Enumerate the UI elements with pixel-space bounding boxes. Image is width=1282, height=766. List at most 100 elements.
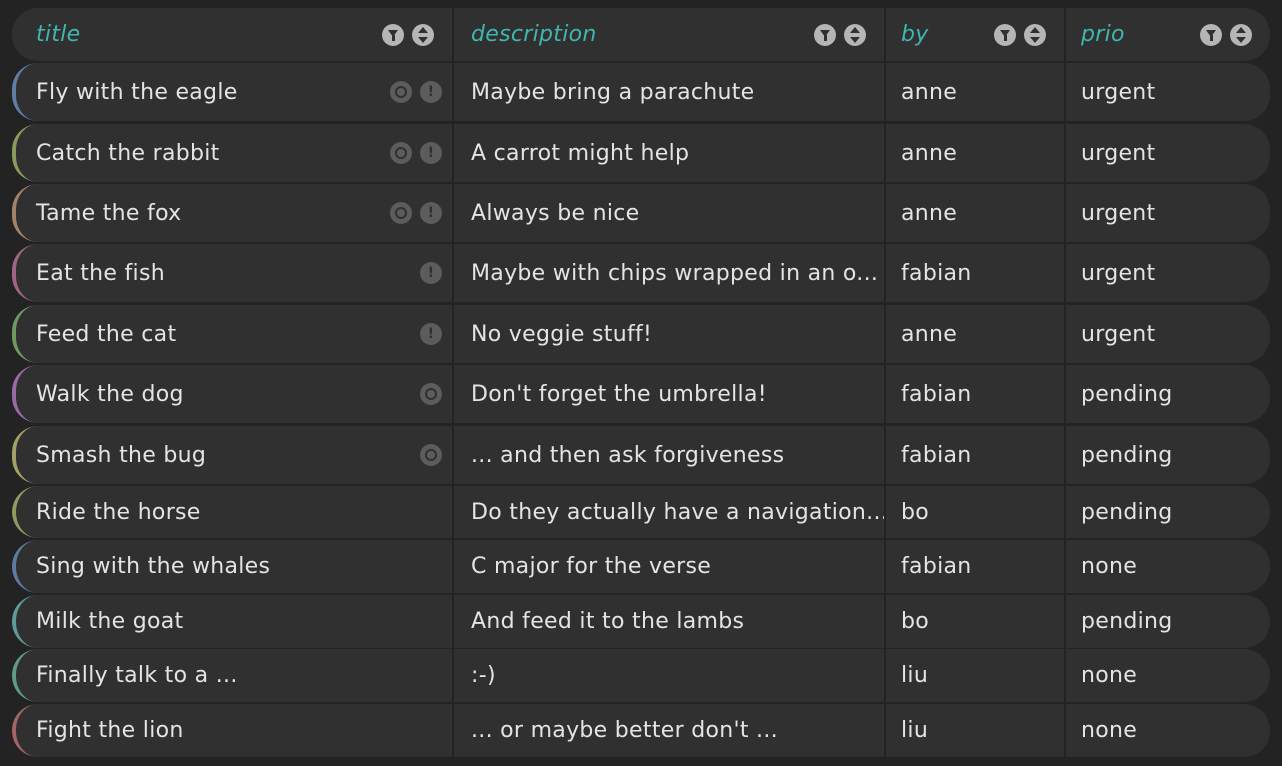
column-header-actions bbox=[1200, 23, 1252, 46]
cell-title[interactable]: Sing with the whales bbox=[12, 540, 452, 593]
cell-description[interactable]: Maybe bring a parachute bbox=[454, 63, 884, 121]
table-row[interactable]: Smash the bug ... and then ask forgivenes… bbox=[12, 426, 1270, 484]
cell-title[interactable]: Finally talk to a ... bbox=[12, 649, 452, 702]
cell-by[interactable]: bo bbox=[886, 595, 1064, 648]
row-color-marker bbox=[12, 184, 38, 242]
sort-icon[interactable] bbox=[844, 23, 866, 46]
alert-icon[interactable]: ! bbox=[420, 323, 442, 345]
cell-title[interactable]: Fly with the eagle! bbox=[12, 63, 452, 121]
cell-description[interactable]: A carrot might help bbox=[454, 124, 884, 182]
table-row[interactable]: Fight the lion ... or maybe better don't … bbox=[12, 704, 1270, 757]
cell-title[interactable]: Catch the rabbit! bbox=[12, 124, 452, 182]
alert-icon[interactable]: ! bbox=[420, 202, 442, 224]
cell-description-text: Don't forget the umbrella! bbox=[471, 381, 767, 407]
table-row[interactable]: Walk the dog Don't forget the umbrella! fa… bbox=[12, 365, 1270, 423]
alarm-clock-icon[interactable] bbox=[390, 202, 412, 224]
cell-prio[interactable]: urgent bbox=[1066, 305, 1270, 363]
cell-prio[interactable]: pending bbox=[1066, 486, 1270, 538]
cell-prio[interactable]: urgent bbox=[1066, 124, 1270, 182]
cell-title[interactable]: Tame the fox! bbox=[12, 184, 452, 242]
alarm-clock-icon[interactable] bbox=[390, 81, 412, 103]
cell-description[interactable]: :-) bbox=[454, 649, 884, 702]
cell-by-text: liu bbox=[901, 663, 929, 688]
column-header-label: description bbox=[471, 22, 597, 47]
cell-title[interactable]: Ride the horse bbox=[12, 486, 452, 538]
cell-title[interactable]: Eat the fish! bbox=[12, 244, 452, 302]
table-row[interactable]: Milk the goat And feed it to the lambs bo p… bbox=[12, 595, 1270, 648]
cell-prio[interactable]: pending bbox=[1066, 426, 1270, 484]
table-row[interactable]: Fly with the eagle! Maybe bring a parachu… bbox=[12, 63, 1270, 121]
cell-description[interactable]: Maybe with chips wrapped in an o... bbox=[454, 244, 884, 302]
table-row[interactable]: Feed the cat! No veggie stuff! anne urgent bbox=[12, 305, 1270, 363]
cell-by[interactable]: anne bbox=[886, 305, 1064, 363]
cell-by[interactable]: liu bbox=[886, 704, 1064, 757]
cell-by[interactable]: liu bbox=[886, 649, 1064, 702]
alarm-clock-icon[interactable] bbox=[420, 383, 442, 405]
alert-icon[interactable]: ! bbox=[420, 262, 442, 284]
cell-by-text: anne bbox=[901, 79, 958, 105]
alert-icon[interactable]: ! bbox=[420, 142, 442, 164]
cell-prio[interactable]: pending bbox=[1066, 595, 1270, 648]
sort-icon[interactable] bbox=[1024, 23, 1046, 46]
cell-title-text: Milk the goat bbox=[36, 609, 184, 634]
cell-prio[interactable]: urgent bbox=[1066, 184, 1270, 242]
filter-icon[interactable] bbox=[994, 23, 1016, 46]
table-row[interactable]: Sing with the whales C major for the vers… bbox=[12, 540, 1270, 593]
row-status-icons: ! bbox=[390, 142, 442, 164]
column-header-description[interactable]: description bbox=[454, 8, 884, 61]
cell-prio[interactable]: urgent bbox=[1066, 63, 1270, 121]
cell-title[interactable]: Fight the lion bbox=[12, 704, 452, 757]
cell-title[interactable]: Milk the goat bbox=[12, 595, 452, 648]
cell-description[interactable]: Do they actually have a navigation... bbox=[454, 486, 884, 538]
column-header-label: title bbox=[36, 22, 81, 47]
cell-description-text: C major for the verse bbox=[471, 554, 712, 579]
table-row[interactable]: Catch the rabbit! A carrot might help anne… bbox=[12, 124, 1270, 182]
cell-by[interactable]: anne bbox=[886, 184, 1064, 242]
cell-description-text: Do they actually have a navigation... bbox=[471, 499, 884, 525]
cell-title[interactable]: Walk the dog bbox=[12, 365, 452, 423]
cell-by[interactable]: fabian bbox=[886, 365, 1064, 423]
cell-prio[interactable]: none bbox=[1066, 540, 1270, 593]
cell-description[interactable]: No veggie stuff! bbox=[454, 305, 884, 363]
cell-description-text: Maybe with chips wrapped in an o... bbox=[471, 260, 879, 286]
cell-description[interactable]: ... and then ask forgiveness bbox=[454, 426, 884, 484]
cell-description[interactable]: C major for the verse bbox=[454, 540, 884, 593]
filter-icon[interactable] bbox=[814, 23, 836, 46]
cell-title-text: Ride the horse bbox=[36, 499, 201, 525]
cell-description[interactable]: And feed it to the lambs bbox=[454, 595, 884, 648]
filter-icon[interactable] bbox=[382, 23, 404, 46]
cell-by[interactable]: fabian bbox=[886, 426, 1064, 484]
cell-title[interactable]: Smash the bug bbox=[12, 426, 452, 484]
column-header-title[interactable]: title bbox=[12, 8, 452, 61]
cell-by[interactable]: anne bbox=[886, 63, 1064, 121]
cell-prio[interactable]: pending bbox=[1066, 365, 1270, 423]
alert-icon[interactable]: ! bbox=[420, 81, 442, 103]
cell-prio-text: pending bbox=[1081, 442, 1173, 468]
table-row[interactable]: Tame the fox! Always be nice anne urgent bbox=[12, 184, 1270, 242]
row-color-marker bbox=[12, 649, 38, 702]
cell-by[interactable]: fabian bbox=[886, 244, 1064, 302]
cell-description[interactable]: ... or maybe better don't ... bbox=[454, 704, 884, 757]
cell-prio[interactable]: none bbox=[1066, 649, 1270, 702]
cell-description[interactable]: Don't forget the umbrella! bbox=[454, 365, 884, 423]
cell-prio[interactable]: none bbox=[1066, 704, 1270, 757]
cell-by[interactable]: fabian bbox=[886, 540, 1064, 593]
table-row[interactable]: Finally talk to a ...:-) liu none bbox=[12, 649, 1270, 702]
cell-description[interactable]: Always be nice bbox=[454, 184, 884, 242]
cell-by[interactable]: anne bbox=[886, 124, 1064, 182]
table-row[interactable]: Eat the fish! Maybe with chips wrapped in… bbox=[12, 244, 1270, 302]
cell-by[interactable]: bo bbox=[886, 486, 1064, 538]
alarm-clock-icon[interactable] bbox=[390, 142, 412, 164]
column-header-label: by bbox=[901, 22, 929, 47]
cell-prio-text: urgent bbox=[1081, 260, 1156, 286]
filter-icon[interactable] bbox=[1200, 23, 1222, 46]
cell-title-text: Fly with the eagle bbox=[36, 79, 238, 105]
cell-title[interactable]: Feed the cat! bbox=[12, 305, 452, 363]
column-header-prio[interactable]: prio bbox=[1066, 8, 1270, 61]
alarm-clock-icon[interactable] bbox=[420, 444, 442, 466]
column-header-by[interactable]: by bbox=[886, 8, 1064, 61]
sort-icon[interactable] bbox=[1230, 23, 1252, 46]
table-row[interactable]: Ride the horse Do they actually have a na… bbox=[12, 486, 1270, 538]
cell-prio[interactable]: urgent bbox=[1066, 244, 1270, 302]
sort-icon[interactable] bbox=[412, 23, 434, 46]
